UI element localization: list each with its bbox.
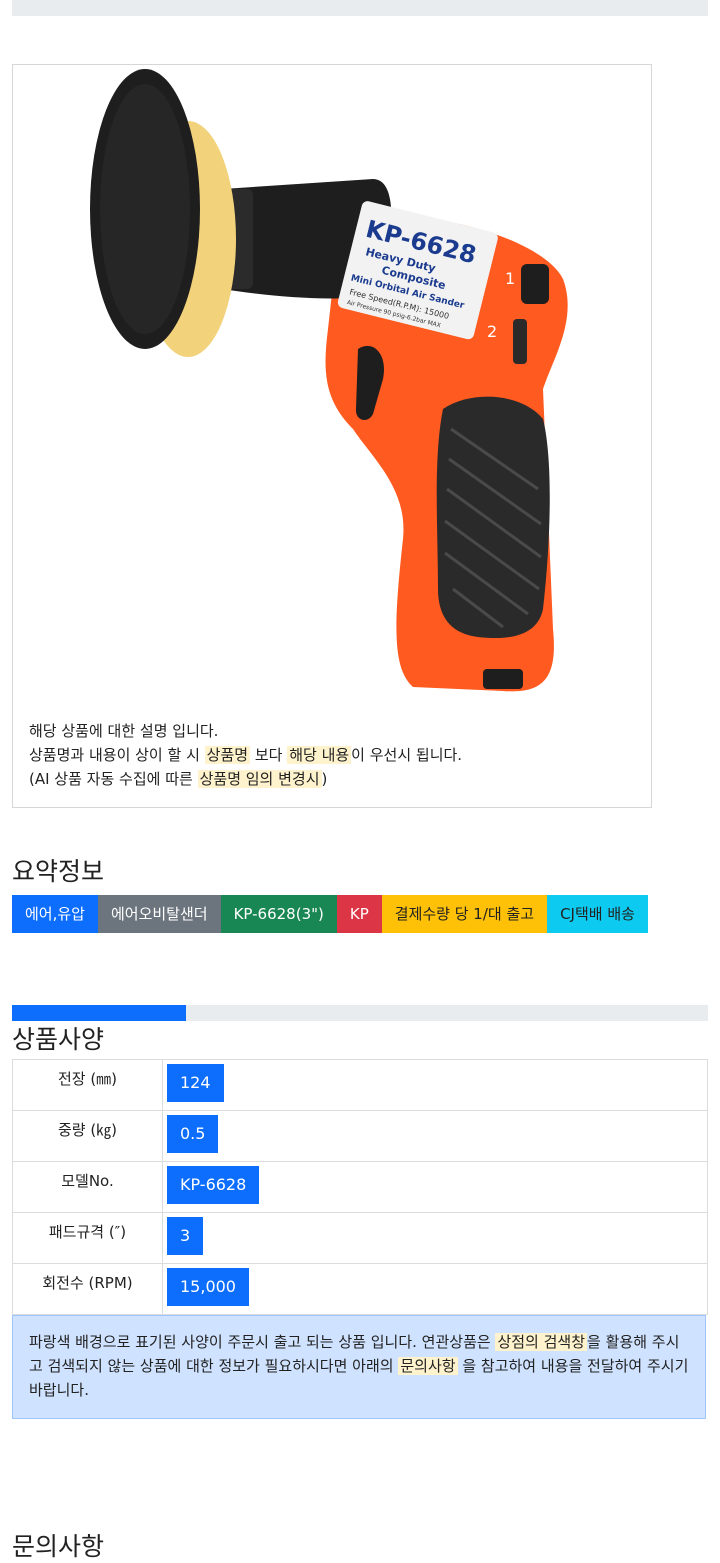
spec-value-cell: 124	[162, 1059, 708, 1111]
spec-value: 0.5	[167, 1115, 219, 1153]
summary-badge: 에어오비탈샌더	[97, 895, 221, 933]
spec-row: 중량 (㎏) 0.5	[12, 1110, 708, 1162]
spec-value: 3	[167, 1217, 204, 1255]
product-image: 1 2 KP-6628 Heavy Duty Composite Mini Or…	[90, 69, 568, 692]
inquiry-title: 문의사항	[12, 1532, 105, 1561]
highlight-inquiry: 문의사항	[398, 1357, 458, 1375]
spec-value: KP-6628	[167, 1166, 260, 1204]
highlight-content: 해당 내용	[287, 746, 352, 764]
spec-name: 중량 (㎏)	[12, 1110, 163, 1162]
spec-value: 15,000	[167, 1268, 249, 1306]
spec-row: 패드규격 (″) 3	[12, 1212, 708, 1264]
spec-row: 전장 (㎜) 124	[12, 1059, 708, 1111]
desc-text: 보다	[250, 746, 288, 764]
product-description: 해당 상품에 대한 설명 입니다. 상품명과 내용이 상이 할 시 상품명 보다…	[29, 719, 462, 791]
spec-notice: 파랑색 배경으로 표기된 사양이 주문시 출고 되는 상품 입니다. 연관상품은…	[12, 1315, 706, 1419]
spec-value-cell: 3	[162, 1212, 708, 1264]
summary-badges: 에어,유압 에어오비탈샌더 KP-6628(3") KP 결제수량 당 1/대 출고 CJ…	[12, 895, 648, 933]
desc-line-1: 해당 상품에 대한 설명 입니다.	[29, 722, 219, 740]
highlight-name-change: 상품명 임의 변경시	[197, 770, 322, 788]
spec-row: 회전수 (RPM) 15,000	[12, 1263, 708, 1315]
highlight-product-name: 상품명	[204, 746, 251, 764]
specs-title: 상품사양	[12, 1025, 105, 1054]
spec-name: 회전수 (RPM)	[12, 1263, 163, 1315]
spec-name: 패드규격 (″)	[12, 1212, 163, 1264]
summary-title: 요약정보	[12, 857, 105, 886]
desc-text: (AI 상품 자동 수집에 따른	[29, 770, 198, 788]
top-divider-bar	[12, 0, 708, 16]
product-card: 1 2 KP-6628 Heavy Duty Composite Mini Or…	[12, 64, 652, 808]
spec-value-cell: KP-6628	[162, 1161, 708, 1213]
spec-row: 모델No. KP-6628	[12, 1161, 708, 1213]
spec-progress-bar	[12, 1005, 708, 1021]
summary-badge: CJ택배 배송	[547, 895, 648, 933]
desc-text: 상품명과 내용이 상이 할 시	[29, 746, 205, 764]
desc-text: )	[321, 770, 328, 788]
spec-value-cell: 15,000	[162, 1263, 708, 1315]
spec-value: 124	[167, 1064, 224, 1102]
speed-mark-1: 1	[505, 269, 515, 288]
spec-name: 전장 (㎜)	[12, 1059, 163, 1111]
highlight-search-box: 상점의 검색창	[495, 1333, 588, 1351]
desc-line-2: 상품명과 내용이 상이 할 시 상품명 보다 해당 내용 이 우선시 됩니다.	[29, 743, 462, 767]
spec-table: 전장 (㎜) 124 중량 (㎏) 0.5 모델No. KP-6628 패드규격 (″) 3 회…	[12, 1059, 708, 1315]
notice-text: 파랑색 배경으로 표기된 사양이 주문시 출고 되는 상품 입니다. 연관상품은	[29, 1333, 496, 1351]
desc-line-3: (AI 상품 자동 수집에 따른 상품명 임의 변경시)	[29, 767, 462, 791]
spec-name: 모델No.	[12, 1161, 163, 1213]
summary-badge: 에어,유압	[12, 895, 98, 933]
spec-progress-fill	[12, 1005, 186, 1021]
speed-mark-2: 2	[487, 322, 497, 341]
summary-badge: 결제수량 당 1/대 출고	[381, 895, 548, 933]
summary-badge: KP	[336, 895, 382, 933]
desc-text: 이 우선시 됩니다.	[351, 746, 463, 764]
spec-value-cell: 0.5	[162, 1110, 708, 1162]
summary-badge: KP-6628(3")	[220, 895, 337, 933]
